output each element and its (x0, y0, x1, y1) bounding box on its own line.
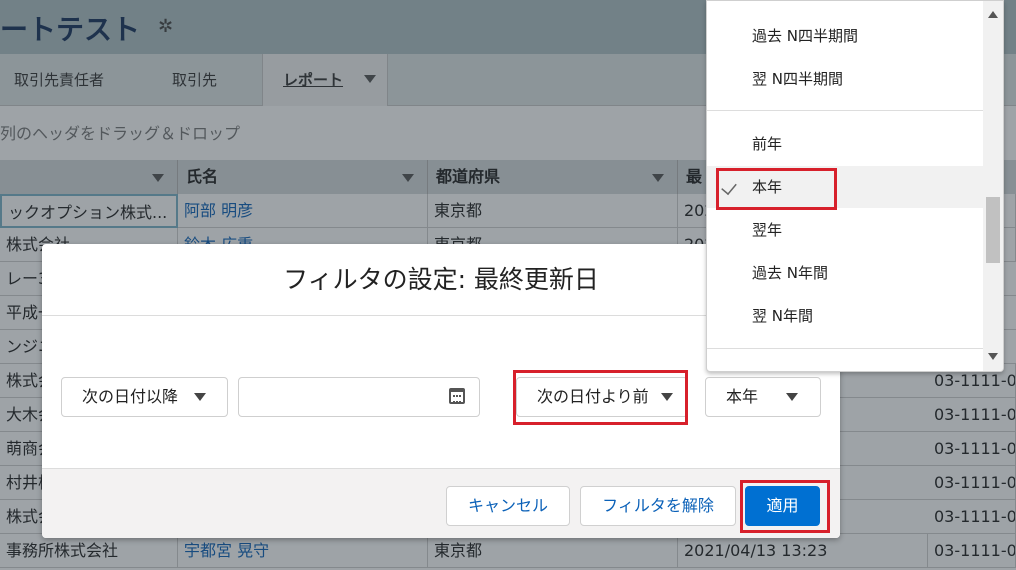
annotation-highlight-end-operator (513, 370, 688, 425)
cancel-button[interactable]: キャンセル (446, 486, 570, 526)
scroll-up-icon[interactable] (988, 11, 998, 18)
annotation-highlight-this-year (716, 168, 837, 210)
dropdown-item-next-year[interactable]: 翌年 (707, 209, 983, 251)
dropdown-item-past-n-quarters[interactable]: 過去 N四半期間 (707, 15, 983, 57)
start-operator-value: 次の日付以降 (82, 387, 179, 406)
date-input[interactable] (238, 377, 480, 417)
start-operator-select[interactable]: 次の日付以降 (61, 377, 228, 417)
relative-date-dropdown: 過去 N四半期間 翌 N四半期間 前年 本年 翌年 過去 N年間 翌 N年間 (706, 0, 1004, 372)
chevron-down-icon (194, 393, 206, 401)
relative-date-value: 本年 (726, 387, 759, 406)
dropdown-item-next-n-years[interactable]: 翌 N年間 (707, 295, 983, 337)
annotation-highlight-apply (740, 480, 830, 533)
clear-filter-button[interactable]: フィルタを解除 (580, 486, 736, 526)
dropdown-item-next-n-quarters[interactable]: 翌 N四半期間 (707, 58, 983, 100)
dropdown-item-last-year[interactable]: 前年 (707, 123, 983, 165)
dropdown-divider (707, 110, 983, 111)
scroll-down-icon[interactable] (988, 353, 998, 360)
dropdown-scrollbar[interactable] (983, 1, 1003, 371)
scrollbar-thumb[interactable] (986, 197, 1000, 263)
calendar-icon[interactable] (449, 388, 465, 404)
chevron-down-icon (786, 393, 798, 401)
relative-date-select[interactable]: 本年 (705, 377, 821, 417)
modal-footer: キャンセル フィルタを解除 適用 (42, 468, 840, 538)
dropdown-divider (707, 348, 983, 349)
dropdown-item-past-n-years[interactable]: 過去 N年間 (707, 252, 983, 294)
